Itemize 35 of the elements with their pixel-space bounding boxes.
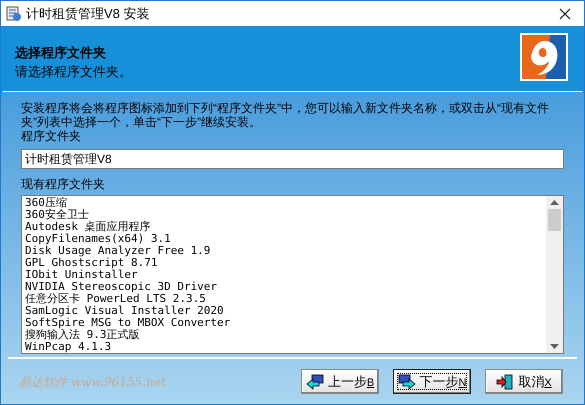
back-button[interactable]: 上一步B xyxy=(301,369,379,394)
folder-item[interactable]: 360安全卫士 xyxy=(25,209,546,222)
folder-item[interactable]: IObit Uninstaller xyxy=(25,269,546,282)
folder-item[interactable]: 搜狗输入法 9.3正式版 xyxy=(25,329,546,342)
scroll-down-icon[interactable] xyxy=(550,344,559,350)
arrow-left-icon xyxy=(306,374,324,390)
next-button[interactable]: 下一步N xyxy=(393,369,471,394)
folder-item[interactable]: GPL Ghostscript 8.71 xyxy=(25,257,546,270)
cancel-button[interactable]: 取消X xyxy=(485,369,563,394)
app-icon xyxy=(6,6,22,22)
scrollbar[interactable] xyxy=(546,196,563,354)
page-title: 选择程序文件夹 xyxy=(15,45,107,62)
folder-item[interactable]: 360压缩 xyxy=(25,197,546,210)
list-label: 现有程序文件夹 xyxy=(21,177,106,192)
scroll-up-icon[interactable] xyxy=(550,200,559,206)
field-label: 程序文件夹 xyxy=(21,129,82,144)
page-subtitle: 请选择程序文件夹。 xyxy=(15,64,133,80)
folder-item[interactable]: NVIDIA Stereoscopic 3D Driver xyxy=(25,281,546,294)
folder-item[interactable]: Disk Usage Analyzer Free 1.9 xyxy=(25,245,546,258)
description-text: 安装程序将会将程序图标添加到下列“程序文件夹”中，您可以输入新文件夹名称，或双击从“现有文件夹”列表中选择一个，单击“下一步”继续安装。 xyxy=(21,101,550,130)
scroll-thumb[interactable] xyxy=(548,209,561,232)
window-title: 计时租赁管理V8 安装 xyxy=(26,4,150,23)
folder-list[interactable] xyxy=(21,195,564,354)
logo-icon xyxy=(520,33,568,82)
folder-item[interactable]: CopyFilenames(x64) 3.1 xyxy=(25,233,546,246)
folder-input[interactable]: 计时租赁管理V8 xyxy=(21,149,564,170)
close-icon[interactable] xyxy=(559,8,571,20)
folder-item[interactable]: WinPcap 4.1.3 xyxy=(25,341,546,354)
folder-item[interactable]: SoftSpire MSG to MBOX Converter xyxy=(25,317,546,330)
folder-item[interactable]: SamLogic Visual Installer 2020 xyxy=(25,305,546,318)
folder-item[interactable]: Autodesk 桌面应用程序 xyxy=(25,221,546,234)
arrow-right-icon xyxy=(398,374,416,390)
folder-item[interactable]: 任意分区卡 PowerLed LTS 2.3.5 xyxy=(25,293,546,306)
exit-door-icon xyxy=(496,374,514,390)
branding-text: 易达软件 www.96155.net xyxy=(19,374,167,391)
